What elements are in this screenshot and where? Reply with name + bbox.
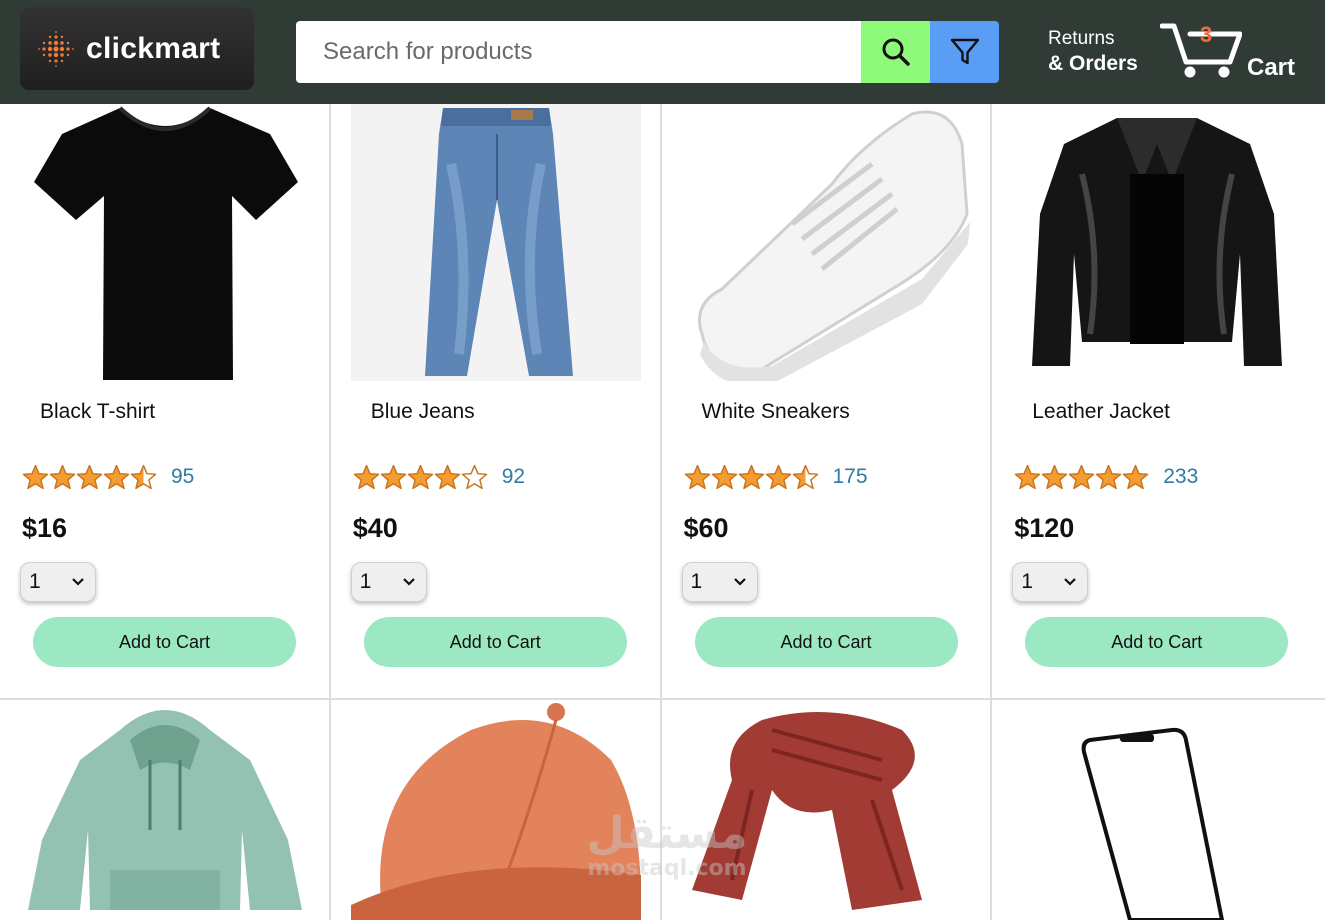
product-name[interactable]: White Sneakers xyxy=(702,400,850,424)
quantity-select[interactable]: 1 xyxy=(350,562,427,602)
returns-label: Returns xyxy=(1048,28,1115,49)
phone-icon xyxy=(1081,727,1225,920)
product-card: Black T-shirt 95 $16 1 Add to Cart xyxy=(0,104,331,698)
star-full-icon xyxy=(1014,464,1041,490)
star-full-icon xyxy=(434,464,461,490)
rating-count[interactable]: 233 xyxy=(1163,465,1198,489)
cart-count-badge: 3 xyxy=(1200,22,1213,47)
rating-count[interactable]: 95 xyxy=(171,465,194,489)
star-full-icon xyxy=(103,464,130,490)
cart-label: Cart xyxy=(1247,54,1296,81)
product-rating: 233 xyxy=(1014,464,1198,490)
product-card: Leather Jacket 233 $120 1 Add to Cart xyxy=(992,104,1325,698)
scarf-icon xyxy=(691,712,922,910)
quantity-value: 1 xyxy=(359,570,372,593)
search-bar xyxy=(296,21,999,83)
star-full-icon xyxy=(49,464,76,490)
search-icon xyxy=(882,38,910,66)
logo-dots-icon xyxy=(38,30,74,67)
chevron-down-icon xyxy=(733,578,746,586)
hoodie-icon xyxy=(28,710,302,910)
product-row xyxy=(0,700,1325,920)
quantity-select[interactable]: 1 xyxy=(1012,562,1089,602)
quantity-value: 1 xyxy=(29,570,41,593)
add-to-cart-button[interactable]: Add to Cart xyxy=(694,617,958,667)
jeans-icon xyxy=(424,108,573,376)
search-button[interactable] xyxy=(861,21,930,83)
returns-orders-link[interactable]: Returns & Orders xyxy=(1048,28,1138,76)
add-to-cart-button[interactable]: Add to Cart xyxy=(1025,617,1289,667)
orders-label: & Orders xyxy=(1048,52,1138,75)
sneaker-icon xyxy=(697,110,970,381)
star-rating xyxy=(1014,464,1149,490)
product-card: White Sneakers 175 $60 1 Add to Cart xyxy=(662,104,993,698)
star-half-icon xyxy=(130,464,157,490)
product-image[interactable] xyxy=(1012,700,1302,920)
product-rating: 175 xyxy=(684,464,868,490)
star-full-icon xyxy=(765,464,791,490)
star-rating xyxy=(353,464,488,490)
chevron-down-icon xyxy=(72,578,84,586)
logo-text: clickmart xyxy=(86,31,221,65)
star-full-icon xyxy=(407,464,434,490)
quantity-select[interactable]: 1 xyxy=(681,562,758,602)
product-image[interactable] xyxy=(1012,104,1302,381)
product-price: $120 xyxy=(1014,513,1075,543)
star-full-icon xyxy=(380,464,407,490)
star-full-icon xyxy=(1095,464,1122,490)
star-full-icon xyxy=(711,464,737,490)
product-price: $40 xyxy=(352,513,398,543)
product-grid: Black T-shirt 95 $16 1 Add to Cart Blue … xyxy=(0,104,1325,920)
cart-button[interactable]: 3 Cart xyxy=(1160,20,1310,84)
star-rating xyxy=(684,464,819,490)
star-half-icon xyxy=(792,464,818,490)
product-card xyxy=(992,700,1325,920)
product-rating: 92 xyxy=(353,464,525,490)
filter-icon xyxy=(950,38,979,65)
product-name[interactable]: Leather Jacket xyxy=(1032,400,1170,424)
product-image[interactable] xyxy=(20,700,310,920)
chevron-down-icon xyxy=(1064,578,1077,586)
product-card xyxy=(331,700,662,920)
star-full-icon xyxy=(738,464,764,490)
chevron-down-icon xyxy=(402,578,415,586)
rating-count[interactable]: 92 xyxy=(502,465,525,489)
logo[interactable]: clickmart xyxy=(20,7,254,90)
product-image[interactable] xyxy=(682,104,972,381)
cap-icon xyxy=(350,703,641,920)
add-to-cart-button[interactable]: Add to Cart xyxy=(33,617,296,667)
star-full-icon xyxy=(1068,464,1095,490)
star-full-icon xyxy=(1122,464,1149,490)
product-image[interactable] xyxy=(350,700,641,920)
star-full-icon xyxy=(22,464,49,490)
product-name[interactable]: Black T-shirt xyxy=(40,400,155,424)
jacket-icon xyxy=(1032,118,1283,366)
product-image[interactable] xyxy=(20,104,310,381)
rating-count[interactable]: 175 xyxy=(833,465,868,489)
quantity-value: 1 xyxy=(690,570,703,593)
product-row: Black T-shirt 95 $16 1 Add to Cart Blue … xyxy=(0,104,1325,700)
filter-button[interactable] xyxy=(930,21,999,83)
product-price: $16 xyxy=(22,513,68,543)
product-image[interactable] xyxy=(682,700,972,920)
quantity-select[interactable]: 1 xyxy=(20,562,96,602)
star-rating xyxy=(22,464,157,490)
star-empty-icon xyxy=(461,464,488,490)
product-image[interactable] xyxy=(350,104,641,381)
product-card xyxy=(662,700,993,920)
add-to-cart-button[interactable]: Add to Cart xyxy=(363,617,627,667)
star-full-icon xyxy=(1041,464,1068,490)
product-rating: 95 xyxy=(22,464,194,490)
product-price: $60 xyxy=(683,513,729,543)
product-card xyxy=(0,700,331,920)
quantity-value: 1 xyxy=(1021,570,1033,593)
top-header: clickmart Returns & Orders 3 Cart xyxy=(0,0,1325,104)
search-input[interactable] xyxy=(296,21,861,83)
tshirt-icon xyxy=(34,106,298,380)
product-card: Blue Jeans 92 $40 1 Add to Cart xyxy=(331,104,662,698)
star-full-icon xyxy=(684,464,710,490)
product-name[interactable]: Blue Jeans xyxy=(371,400,475,424)
star-full-icon xyxy=(353,464,380,490)
star-full-icon xyxy=(76,464,103,490)
